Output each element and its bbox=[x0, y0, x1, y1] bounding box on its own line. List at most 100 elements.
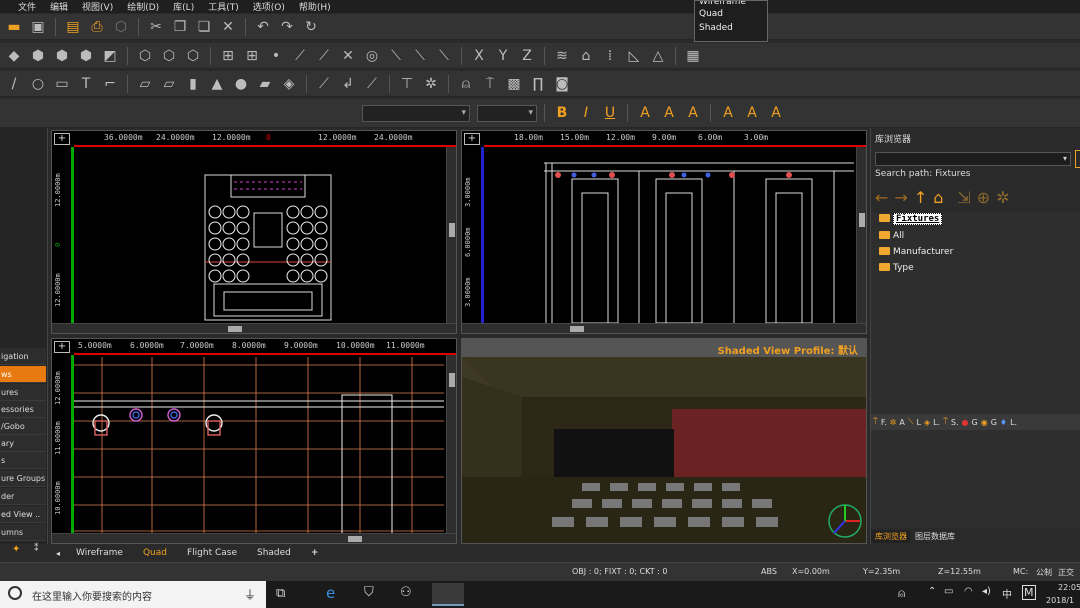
cone-icon[interactable]: ▲ bbox=[207, 74, 227, 94]
fixture-tab-icon[interactable]: ⍑ bbox=[873, 417, 878, 427]
underline-button[interactable]: U bbox=[600, 103, 620, 123]
tree-item-fixtures[interactable]: Fixtures bbox=[879, 213, 943, 225]
refresh-icon[interactable]: ↻ bbox=[301, 17, 321, 37]
pipe-icon[interactable]: ⟍ bbox=[386, 46, 406, 66]
fixture-icon[interactable]: ⍑ bbox=[480, 74, 500, 94]
cylinder-icon[interactable]: ▮ bbox=[183, 74, 203, 94]
prism-icon[interactable]: ◩ bbox=[100, 46, 120, 66]
vertical-scrollbar[interactable] bbox=[856, 147, 866, 323]
library-tab[interactable]: G bbox=[991, 418, 997, 427]
menu-help[interactable]: 帮助(H) bbox=[299, 0, 331, 13]
scroll-thumb[interactable] bbox=[859, 213, 865, 227]
panel-more-icon[interactable]: ⁑ bbox=[34, 544, 39, 554]
tray-chevron-icon[interactable]: ⌃ bbox=[928, 586, 936, 597]
vertical-scrollbar[interactable] bbox=[446, 147, 456, 323]
view-menu-button[interactable]: + bbox=[54, 341, 70, 353]
pipe-draw-icon[interactable]: ⟋ bbox=[314, 74, 334, 94]
tab-library-browser[interactable]: 库浏览器 bbox=[871, 529, 911, 543]
scroll-thumb[interactable] bbox=[348, 536, 362, 542]
left-panel-item[interactable]: der bbox=[0, 488, 46, 505]
panel-icon[interactable]: ▰ bbox=[255, 74, 275, 94]
battery-icon[interactable]: ▭ bbox=[944, 586, 953, 597]
box-icon[interactable]: ⬢ bbox=[28, 46, 48, 66]
fixture-icon[interactable]: ⍝ bbox=[456, 74, 476, 94]
left-panel-item[interactable]: s bbox=[0, 452, 46, 469]
line-icon[interactable]: ⟋ bbox=[290, 46, 310, 66]
wire-cube-icon[interactable]: ⬡ bbox=[159, 46, 179, 66]
active-app-icon[interactable] bbox=[432, 583, 464, 606]
microphone-icon[interactable]: ⏚ bbox=[244, 586, 256, 603]
tree-item-manufacturer[interactable]: Manufacturer bbox=[879, 247, 953, 257]
left-panel-item[interactable]: ed View .. bbox=[0, 506, 46, 523]
library-tab[interactable]: S. bbox=[951, 418, 959, 427]
menu-tools[interactable]: 工具(T) bbox=[208, 0, 239, 13]
side-view-viewport[interactable]: 5.0000m 6.0000m 7.0000m 8.0000m 9.0000m … bbox=[51, 338, 457, 544]
axis-y-icon[interactable]: Y bbox=[493, 46, 513, 66]
left-panel-item[interactable]: umns bbox=[0, 524, 46, 541]
tab-layer-database[interactable]: 图层数据库 bbox=[911, 530, 959, 543]
vertical-scrollbar[interactable] bbox=[446, 355, 456, 533]
status-abs[interactable]: ABS bbox=[761, 567, 777, 576]
dropdown-item-quad[interactable]: Quad bbox=[695, 7, 767, 21]
clock-time[interactable]: 22:05 bbox=[1058, 583, 1080, 592]
library-tab[interactable]: F. bbox=[881, 418, 887, 427]
valign-bottom-icon[interactable]: A bbox=[766, 103, 786, 123]
tree-item-all[interactable]: All bbox=[879, 231, 904, 241]
label-tab-icon[interactable]: ◈ bbox=[924, 418, 930, 427]
truss-icon[interactable]: ⊞ bbox=[218, 46, 238, 66]
scroll-thumb[interactable] bbox=[449, 373, 455, 387]
left-panel-item-active[interactable]: ws bbox=[0, 366, 46, 383]
print-icon[interactable]: ⎙ bbox=[87, 17, 107, 37]
link-icon[interactable]: ⇲ bbox=[957, 188, 970, 207]
left-panel-item[interactable]: ures bbox=[0, 384, 46, 401]
triangle-icon[interactable]: △ bbox=[648, 46, 668, 66]
layer-icon[interactable]: ≋ bbox=[552, 46, 572, 66]
scene-tab-icon[interactable]: ⍑ bbox=[943, 417, 948, 427]
up-arrow-icon[interactable]: ↑ bbox=[914, 188, 927, 207]
rectangle-draw-icon[interactable]: ▭ bbox=[52, 74, 72, 94]
status-unit[interactable]: 公制 bbox=[1036, 567, 1052, 578]
library-tab[interactable]: G bbox=[972, 418, 978, 427]
left-panel-item[interactable]: essories bbox=[0, 401, 46, 418]
left-panel-item[interactable]: ure Groups bbox=[0, 470, 46, 487]
horizontal-scrollbar[interactable] bbox=[462, 323, 866, 333]
view-menu-button[interactable]: + bbox=[54, 133, 70, 145]
delete-icon[interactable]: ✕ bbox=[218, 17, 238, 37]
status-ortho[interactable]: 正交 bbox=[1058, 567, 1074, 578]
save-icon[interactable]: ▣ bbox=[28, 17, 48, 37]
pipe-icon[interactable]: ⟍ bbox=[434, 46, 454, 66]
axis-z-icon[interactable]: Z bbox=[517, 46, 537, 66]
left-panel-item[interactable]: ary bbox=[0, 435, 46, 452]
menu-file[interactable]: 文件 bbox=[18, 0, 36, 13]
taskbar-search[interactable]: 在这里输入你要搜索的内容 ⏚ bbox=[0, 581, 266, 608]
grid-dots-icon[interactable]: ⁞ bbox=[600, 46, 620, 66]
tab-shaded[interactable]: Shaded bbox=[247, 548, 301, 558]
sphere-icon[interactable]: ● bbox=[231, 74, 251, 94]
tree-item-type[interactable]: Type bbox=[879, 263, 914, 273]
redo-icon[interactable]: ↷ bbox=[277, 17, 297, 37]
ime-mode-indicator[interactable]: M bbox=[1022, 585, 1036, 600]
lamp-icon[interactable]: ⊤ bbox=[397, 74, 417, 94]
italic-button[interactable]: I bbox=[576, 103, 596, 123]
volume-icon[interactable]: ◂) bbox=[982, 586, 991, 597]
curve-draw-icon[interactable]: ↲ bbox=[338, 74, 358, 94]
font-size-select[interactable]: ▾ bbox=[477, 104, 537, 122]
cube-icon[interactable]: ◆ bbox=[4, 46, 24, 66]
top-view-viewport[interactable]: 36.0000m 24.0000m 12.0000m 0 12.0000m 24… bbox=[51, 130, 457, 334]
library-tab[interactable]: L. bbox=[1010, 418, 1017, 427]
library-path-select[interactable]: ▾ bbox=[875, 152, 1071, 166]
edge-browser-icon[interactable]: e bbox=[326, 584, 335, 602]
tab-wireframe[interactable]: Wireframe bbox=[66, 548, 133, 558]
taskbar-search-input[interactable]: 在这里输入你要搜索的内容 bbox=[32, 588, 152, 603]
accessory-tab-icon[interactable]: ✲ bbox=[890, 418, 897, 427]
tab-quad[interactable]: Quad bbox=[133, 548, 177, 558]
line-icon[interactable]: ⟋ bbox=[314, 46, 334, 66]
wire-cube-icon[interactable]: ⬡ bbox=[135, 46, 155, 66]
scroll-thumb[interactable] bbox=[570, 326, 584, 332]
cross-icon[interactable]: ✕ bbox=[338, 46, 358, 66]
box-icon[interactable]: ⬢ bbox=[52, 46, 72, 66]
home-icon[interactable]: ⌂ bbox=[933, 188, 943, 207]
align-right-icon[interactable]: A bbox=[683, 103, 703, 123]
align-left-icon[interactable]: A bbox=[635, 103, 655, 123]
shaded-view-profile-label[interactable]: Shaded View Profile: 默认 bbox=[718, 342, 858, 357]
